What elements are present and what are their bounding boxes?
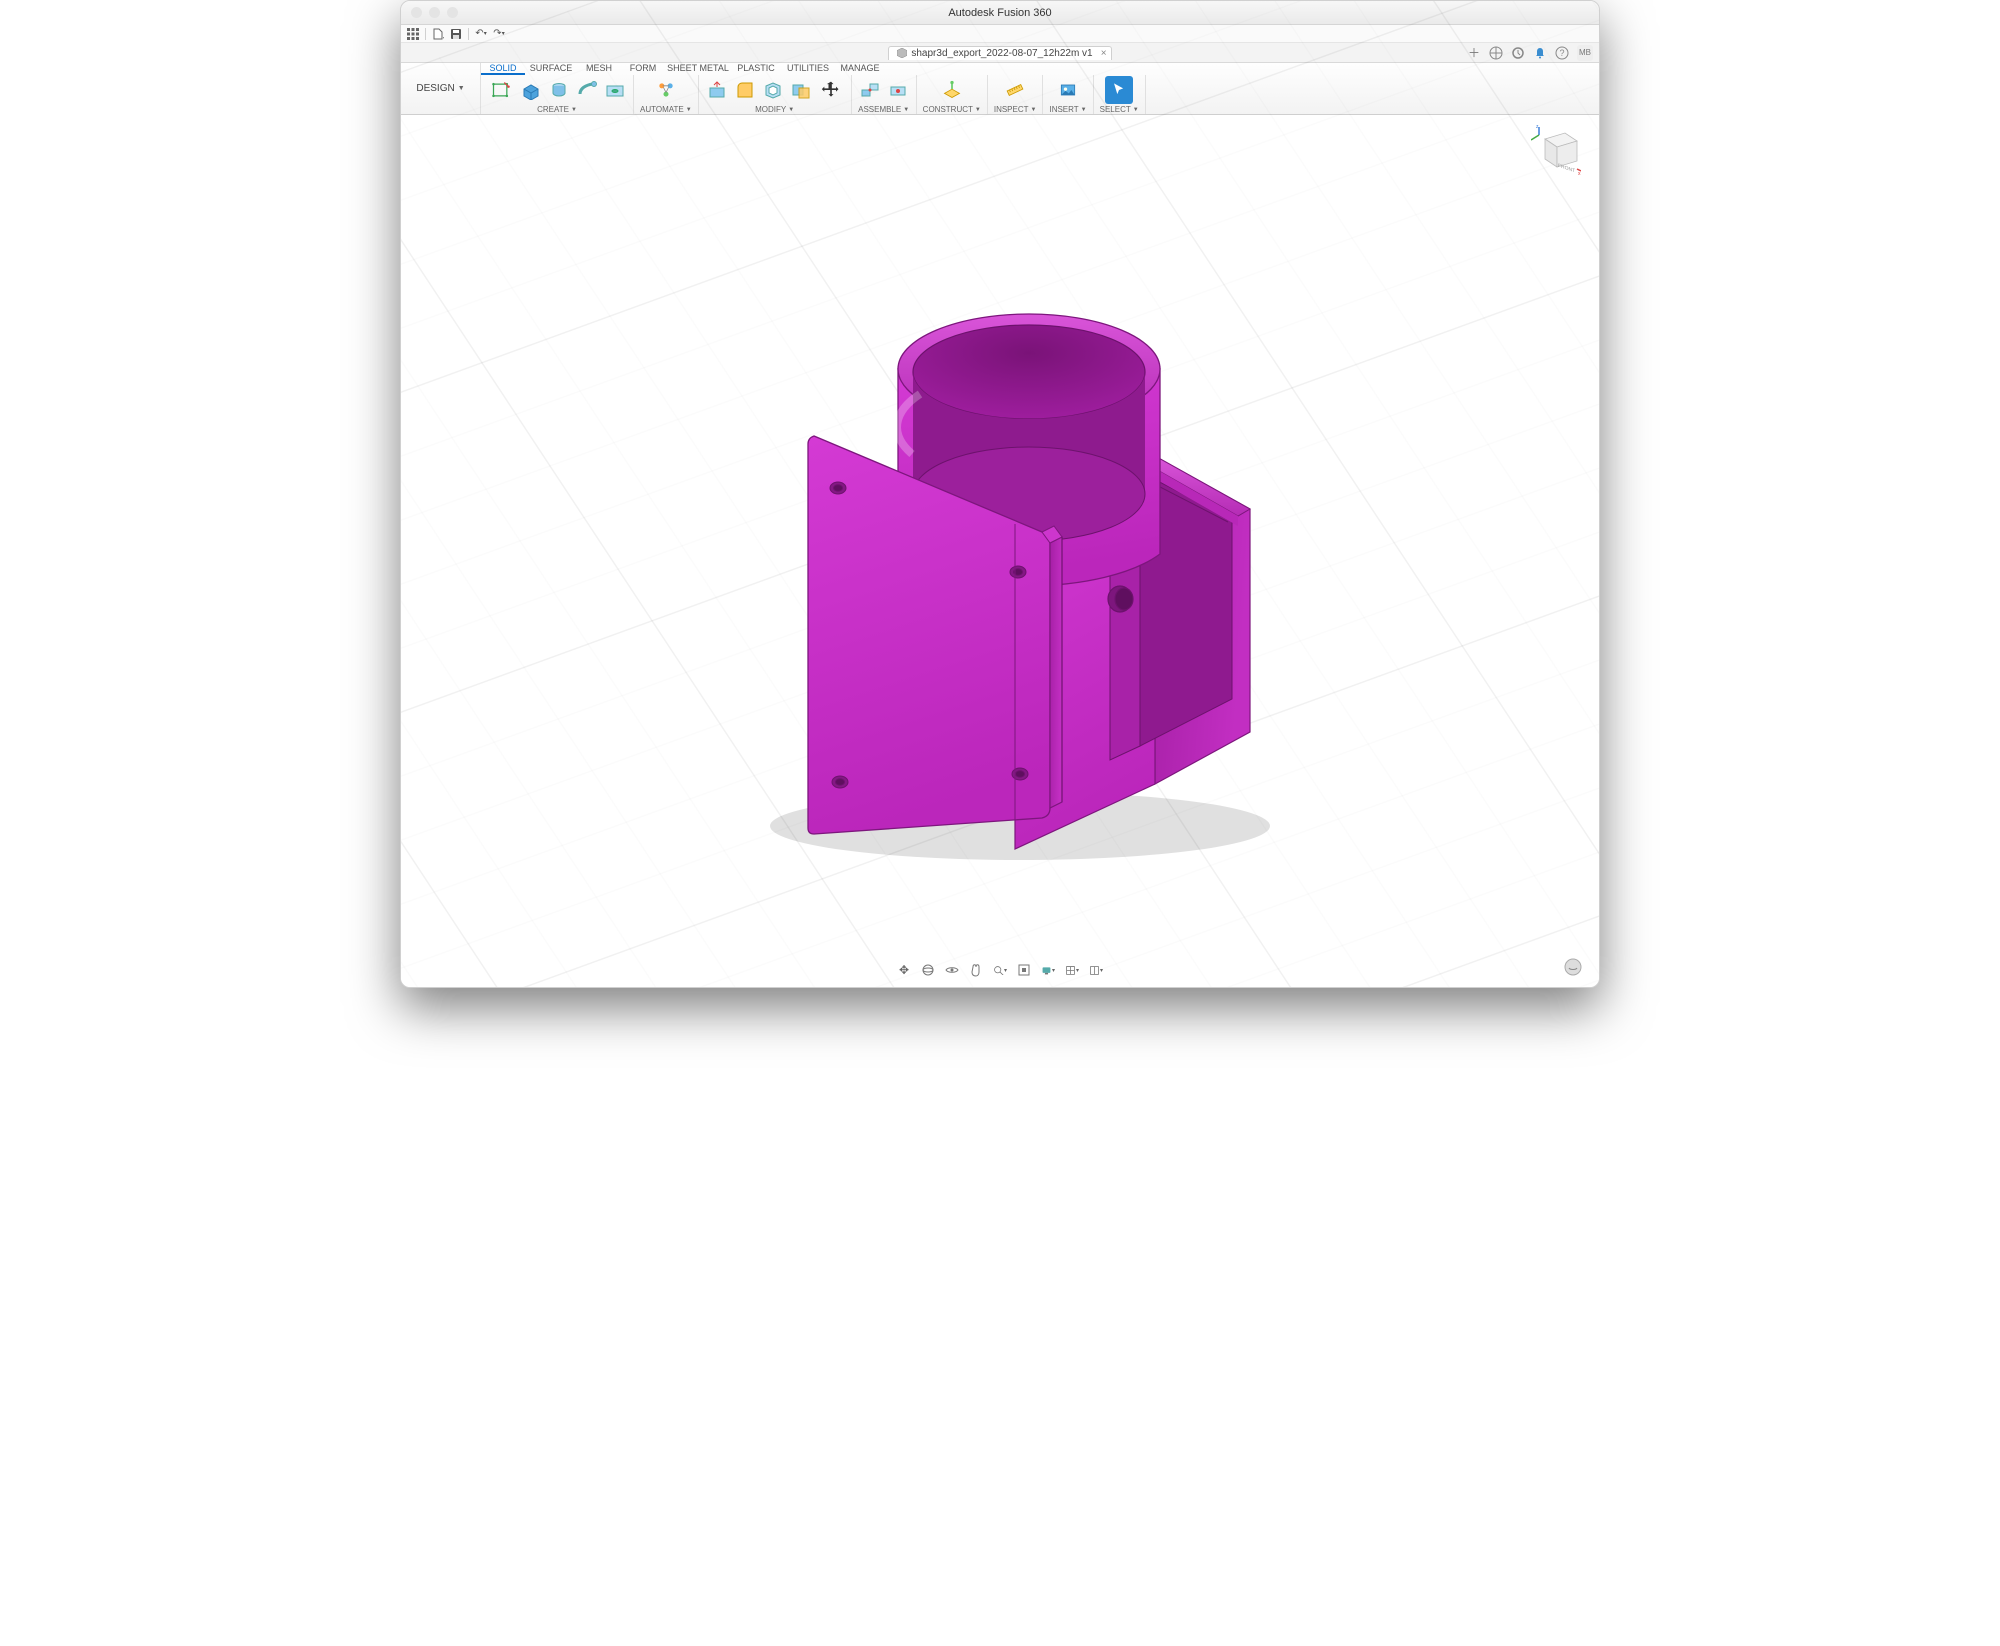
zoom-icon[interactable]: ▾	[993, 963, 1007, 977]
nav-bar: ✥ ▾ ▾ ▾ ▾	[891, 961, 1109, 979]
svg-text:▾: ▾	[443, 36, 444, 40]
undo-button[interactable]: ↶▾	[475, 28, 487, 40]
orbit-icon[interactable]	[921, 963, 935, 977]
display-icon[interactable]: ▾	[1041, 963, 1055, 977]
close-dot[interactable]	[411, 7, 422, 18]
orbit-type-icon[interactable]: ✥	[897, 963, 911, 977]
apps-grid-icon[interactable]	[407, 28, 419, 40]
grid-settings-icon[interactable]: ▾	[1065, 963, 1079, 977]
ground-shadow-icon[interactable]	[1563, 957, 1583, 977]
separator	[425, 28, 426, 40]
fit-icon[interactable]	[1017, 963, 1031, 977]
minimize-dot[interactable]	[429, 7, 440, 18]
save-button[interactable]	[450, 28, 462, 40]
viewport[interactable]: FRONT z x ✥ ▾ ▾ ▾ ▾	[401, 115, 1599, 987]
zoom-dot[interactable]	[447, 7, 458, 18]
viewcube[interactable]: FRONT z x	[1531, 125, 1581, 175]
pan-icon[interactable]	[969, 963, 983, 977]
model[interactable]	[680, 194, 1320, 874]
window-controls	[411, 7, 458, 18]
look-icon[interactable]	[945, 963, 959, 977]
viewport-layout-icon[interactable]: ▾	[1089, 963, 1103, 977]
app-window: Autodesk Fusion 360 ▾ ↶▾ ↷▾ shapr3d_expo…	[400, 0, 1600, 988]
separator	[468, 28, 469, 40]
file-button[interactable]: ▾	[432, 28, 444, 40]
svg-text:FRONT: FRONT	[1558, 163, 1576, 175]
